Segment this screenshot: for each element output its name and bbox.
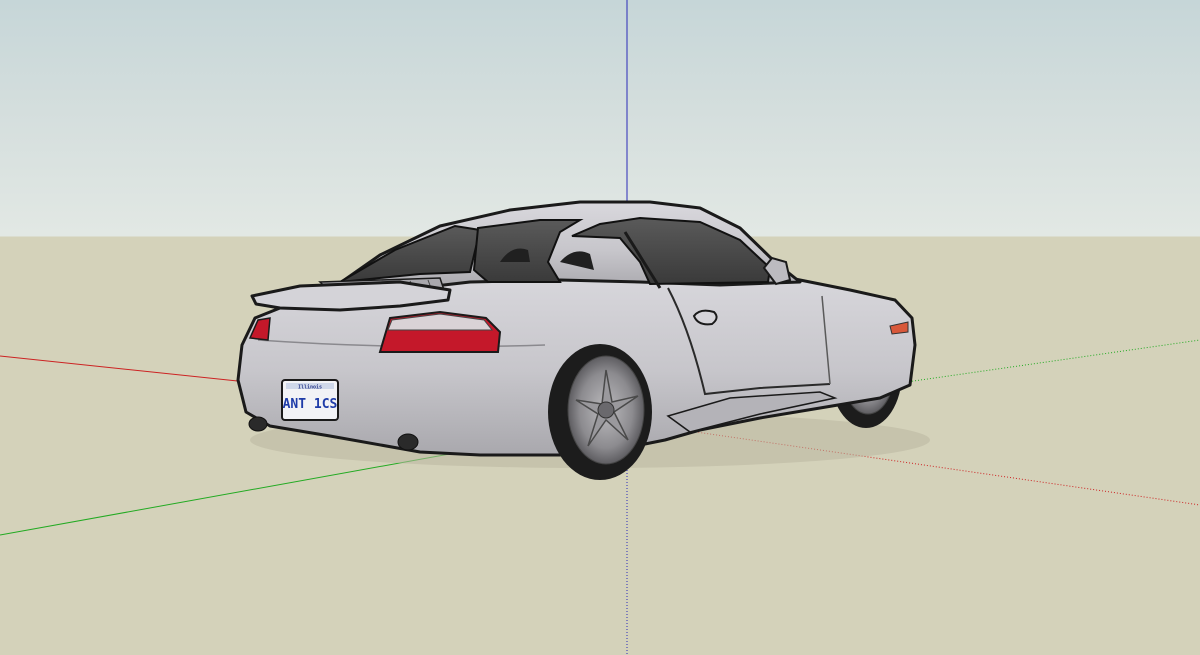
left-exhaust (248, 416, 268, 432)
license-plate[interactable]: Illinois ANT 1CS (281, 379, 339, 421)
modeling-viewport[interactable]: Illinois ANT 1CS (0, 0, 1200, 655)
license-plate-state: Illinois (298, 385, 322, 391)
door-handle[interactable] (692, 309, 718, 326)
right-exhaust (397, 433, 419, 451)
car-model[interactable]: Illinois ANT 1CS (236, 200, 930, 480)
scene-canvas[interactable]: Illinois ANT 1CS (0, 0, 1200, 655)
rear-wheel[interactable] (548, 344, 652, 480)
license-plate-number: ANT 1CS (283, 397, 338, 412)
